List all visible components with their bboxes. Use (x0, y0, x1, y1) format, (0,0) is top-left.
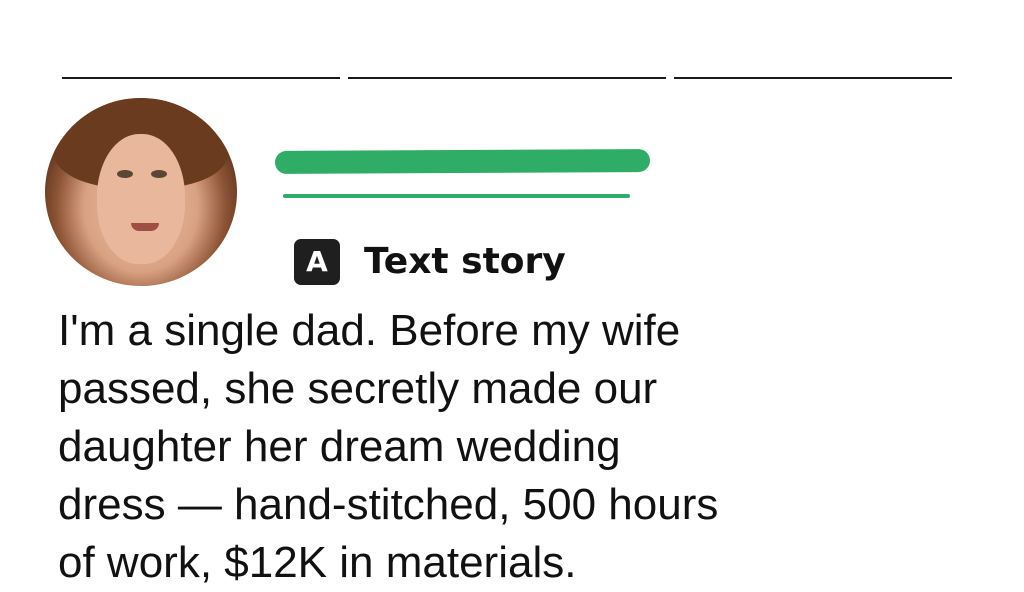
story-text: I'm a single dad. Before my wife passed,… (58, 302, 958, 592)
top-divider-line (348, 77, 666, 79)
avatar-face (97, 134, 185, 264)
top-divider-line (674, 77, 952, 79)
top-divider-line (62, 77, 340, 79)
story-type-label: A Text story (294, 239, 566, 285)
avatar-eye (151, 170, 167, 178)
story-line: passed, she secretly made our (58, 364, 658, 413)
story-line: I'm a single dad. Before my wife (58, 306, 681, 355)
avatar-eye (117, 170, 133, 178)
username-redaction (274, 149, 651, 174)
story-line: dress — hand-stitched, 500 hours (58, 480, 719, 529)
handle-redaction (283, 194, 630, 198)
letter-a-icon: A (294, 239, 340, 285)
story-type-text: Text story (364, 241, 566, 282)
avatar-mouth (131, 223, 159, 231)
story-line: daughter her dream wedding (58, 422, 621, 471)
story-line: of work, $12K in materials. (58, 538, 577, 587)
avatar (45, 98, 237, 286)
